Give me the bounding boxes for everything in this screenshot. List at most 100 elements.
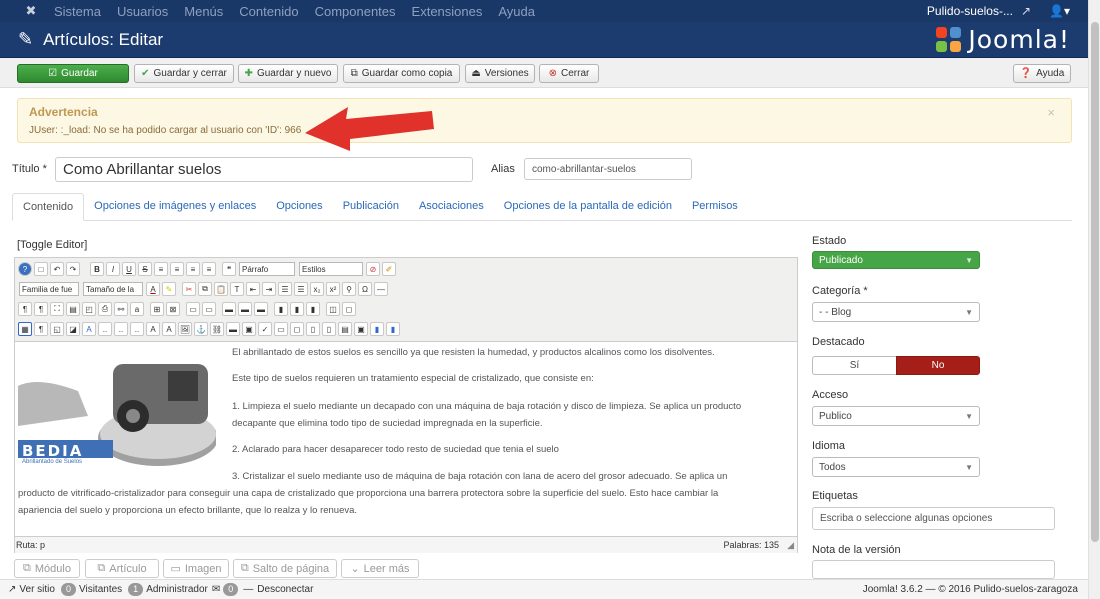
anchor-icon[interactable]: ⚓ [194,322,208,336]
cite-icon[interactable]: A [82,322,96,336]
paste-icon[interactable]: 📋 [214,282,228,296]
align-left-icon[interactable]: ≡ [154,262,168,276]
template-icon[interactable]: ▤ [66,302,80,316]
insert-layer-icon[interactable]: ▦ [18,322,32,336]
outdent-icon[interactable]: ⇤ [246,282,260,296]
show-blocks-icon[interactable]: ¶ [18,302,32,316]
numbered-list-icon[interactable]: ☰ [278,282,292,296]
tab-publicacion[interactable]: Publicación [333,193,409,221]
table-icon[interactable]: ⊞ [150,302,164,316]
resize-handle-icon[interactable]: ◢ [787,540,794,551]
row-props-icon[interactable]: ▭ [186,302,200,316]
menu-ayuda[interactable]: Ayuda [498,4,535,19]
blockquote-icon[interactable]: ❝ [222,262,236,276]
paragraph-icon[interactable]: ¶ [34,322,48,336]
nota-input[interactable] [812,560,1055,579]
superscript-icon[interactable]: x² [326,282,340,296]
pagebreak-icon[interactable]: ▯ [322,322,336,336]
row-after-icon[interactable]: ▬ [238,302,252,316]
menu-menus[interactable]: Menús [184,4,223,19]
merge-cells-icon[interactable]: ◻ [342,302,356,316]
preview-icon[interactable]: ◰ [82,302,96,316]
logout-link[interactable]: Desconectar [257,584,313,595]
cell-props-icon[interactable]: ▭ [202,302,216,316]
save-copy-button[interactable]: ⧉ Guardar como copia [343,64,460,83]
clear-formatting-icon[interactable]: ⊘ [366,262,380,276]
tab-pantalla-edicion[interactable]: Opciones de la pantalla de edición [494,193,682,221]
abs-position-icon[interactable]: ◱ [50,322,64,336]
cut-icon[interactable]: ✂ [182,282,196,296]
user-icon[interactable]: 👤▾ [1049,4,1070,18]
module-button[interactable]: ⧉ Módulo [14,559,80,578]
find-replace-icon[interactable]: ⚯ [114,302,128,316]
del-icon[interactable]: .. [130,322,144,336]
styleprops-icon[interactable]: ◪ [66,322,80,336]
insert-image-icon[interactable]: 🖼 [178,322,192,336]
emoticon-icon[interactable]: ◻ [290,322,304,336]
destacado-si-button[interactable]: Sí [812,356,896,375]
undo-icon[interactable]: ↶ [50,262,64,276]
versions-button[interactable]: ⏏ Versiones [465,64,535,83]
col-before-icon[interactable]: ▮ [274,302,288,316]
article-button[interactable]: ⧉ Artículo [85,559,159,578]
horizontal-rule-icon[interactable]: — [374,282,388,296]
media-icon[interactable]: ▣ [242,322,256,336]
toggle-editor-link[interactable]: [Toggle Editor] [17,239,87,251]
estado-select[interactable]: Publicado ▼ [812,251,980,269]
close-button[interactable]: ⊗ Cerrar [539,64,599,83]
link-icon[interactable]: ⛓ [210,322,224,336]
special-char-icon[interactable]: Ω [358,282,372,296]
code-icon[interactable]: ▭ [274,322,288,336]
split-cells-icon[interactable]: ◫ [326,302,340,316]
help-icon[interactable]: ? [18,262,32,276]
cleanup-icon[interactable]: ✐ [382,262,396,276]
row-delete-icon[interactable]: ▬ [254,302,268,316]
new-document-icon[interactable]: □ [34,262,48,276]
joomla-menu-icon[interactable]: ✖ [20,0,42,22]
align-center-icon[interactable]: ≡ [170,262,184,276]
close-icon[interactable]: × [1047,105,1055,120]
unlink-icon[interactable]: ▬ [226,322,240,336]
fullscreen-icon[interactable]: ⛶ [50,302,64,316]
destacado-no-button[interactable]: No [896,356,980,375]
editor-content[interactable]: BEDIA Abrillantado de Suelos El abrillan… [15,342,797,536]
italic-icon[interactable]: I [106,262,120,276]
save-button[interactable]: ☑ Guardar [17,64,129,83]
acceso-select[interactable]: Publico ▼ [812,406,980,426]
redo-icon[interactable]: ↷ [66,262,80,276]
menu-contenido[interactable]: Contenido [239,4,298,19]
indent-icon[interactable]: ⇥ [262,282,276,296]
spellcheck-icon[interactable]: ✓ [258,322,272,336]
readmore-icon[interactable]: ▮ [386,322,400,336]
tab-asociaciones[interactable]: Asociaciones [409,193,494,221]
pagebreak-button[interactable]: ⧉ Salto de página [233,559,337,578]
alias-input[interactable]: como-abrillantar-suelos [524,158,692,180]
bold-icon[interactable]: B [90,262,104,276]
text-color-icon[interactable]: A [146,282,160,296]
attribs-icon[interactable]: A [162,322,176,336]
idioma-select[interactable]: Todos ▼ [812,457,980,477]
align-right-icon[interactable]: ≡ [186,262,200,276]
format-select[interactable]: Párrafo [239,262,295,276]
justify-icon[interactable]: ≡ [202,262,216,276]
etiquetas-input[interactable]: Escriba o seleccione algunas opciones [812,507,1055,530]
image-manager-icon[interactable]: ▣ [354,322,368,336]
menu-componentes[interactable]: Componentes [315,4,396,19]
print-icon[interactable]: ⎙ [98,302,112,316]
save-close-button[interactable]: ✔ Guardar y cerrar [134,64,234,83]
ins-icon[interactable]: A [146,322,160,336]
tab-opciones[interactable]: Opciones [266,193,332,221]
table-delete-icon[interactable]: ⊠ [166,302,180,316]
envelope-icon[interactable]: ✉ [212,584,220,595]
view-site-link[interactable]: Ver sitio [19,584,55,595]
copy-icon[interactable]: ⧉ [198,282,212,296]
font-size-select[interactable]: Tamaño de la [83,282,143,296]
abbr-icon[interactable]: .. [114,322,128,336]
tab-imagenes[interactable]: Opciones de imágenes y enlaces [84,193,266,221]
page-scrollbar[interactable] [1088,0,1100,599]
font-family-select[interactable]: Familia de fue [19,282,79,296]
image-button[interactable]: ▭ Imagen [163,559,229,578]
tab-contenido[interactable]: Contenido [12,193,85,221]
paste-text-icon[interactable]: T [230,282,244,296]
search-icon[interactable]: ⚲ [342,282,356,296]
